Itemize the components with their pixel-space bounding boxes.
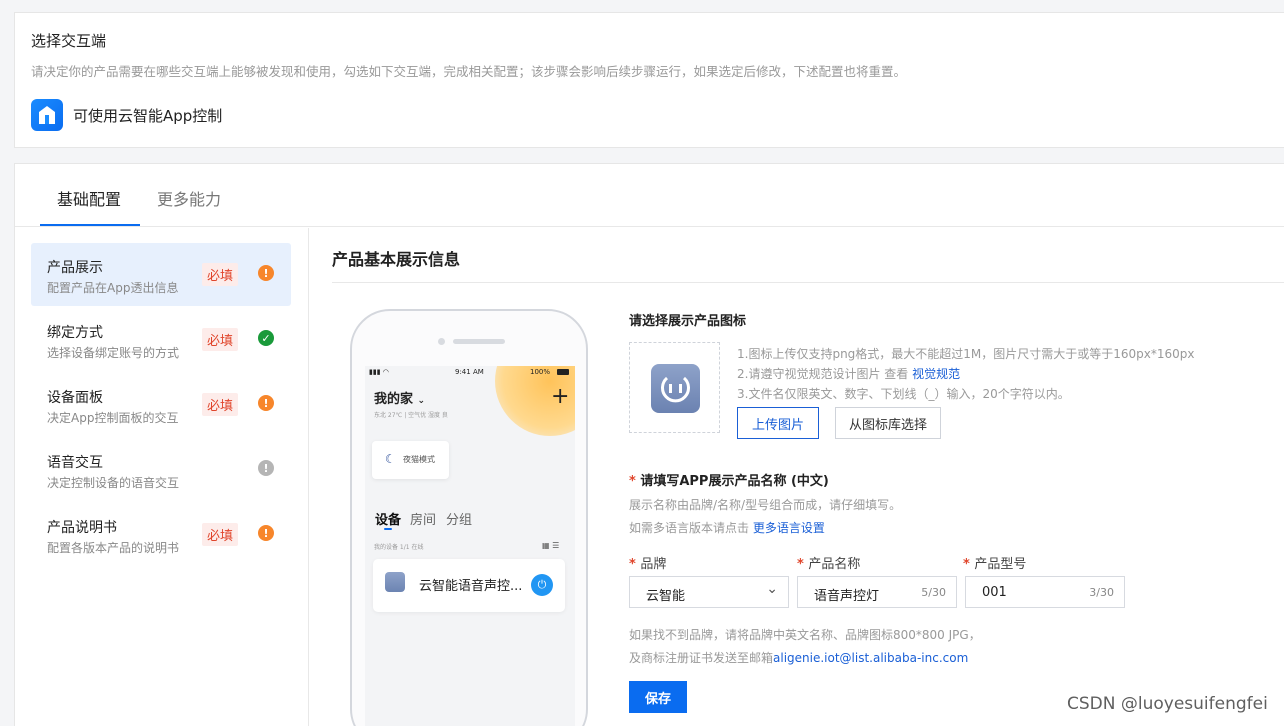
brand-label: * 品牌 [629,557,667,572]
socket-icon [651,364,700,413]
view-toggle-icon: ▦ ☰ [542,541,560,550]
device-count: 我的设备 1/1 在线 [374,544,424,551]
product-name-input[interactable]: 语音声控灯 5/30 [797,576,957,608]
required-badge: 必填 [202,523,239,546]
product-model-label: * 产品型号 [963,557,1027,572]
product-name-value: 语音声控灯 [814,589,880,604]
scene-card: ☾ 夜猫模式 [372,441,449,479]
sidebar-item-binding-method[interactable]: 绑定方式 选择设备绑定账号的方式 必填 ✓ [31,308,291,371]
device-name: 云智能语音声控... [419,579,523,594]
save-button[interactable]: 保存 [629,681,687,713]
watermark: CSDN @luoyesuifengfei [1067,694,1268,714]
required-badge: 必填 [202,263,239,286]
home-title: 我的家 ⌄ [374,392,426,407]
phone-tab-groups: 分组 [446,513,473,528]
add-device-icon: + [551,384,570,409]
home-weather: 东北 27℃ | 空气优 湿度 良 [374,412,448,419]
sidebar-item-product-manual[interactable]: 产品说明书 配置各版本产品的说明书 必填 ! [31,503,291,566]
icon-preview-box[interactable] [629,342,720,433]
sidebar-item-device-panel[interactable]: 设备面板 决定App控制面板的交互 必填 ! [31,373,291,436]
more-languages-link[interactable]: 更多语言设置 [753,521,825,535]
check-circle-icon: ✓ [258,330,274,346]
phone-tab-devices: 设备 [375,513,402,528]
sidebar-item-subtitle: 选择设备绑定账号的方式 [47,346,180,360]
icon-hint-1: 1.图标上传仅支持png格式，最大不能超过1M，图片尺寸需大于或等于160px*… [737,347,1195,361]
phone-tab-rooms: 房间 [410,513,437,528]
brand-hint-1: 如果找不到品牌，请将品牌中英文名称、品牌图标800*800 JPG， [629,628,981,642]
phone-screen: ▮▮▮ ◠ 9:41 AM 100% 我的家 ⌄ 东北 27℃ | 空气优 湿度… [365,366,575,726]
sidebar-item-voice-interaction[interactable]: 语音交互 决定控制设备的语音交互 ! [31,438,291,501]
product-name-count: 5/30 [921,586,946,599]
choose-from-library-button[interactable]: 从图标库选择 [835,407,941,439]
sidebar-item-title: 绑定方式 [47,325,103,341]
section-title: 产品基本展示信息 [332,250,461,269]
power-icon: ⏻ [531,574,553,596]
warning-icon: ! [258,395,274,411]
product-model-input[interactable]: 001 3/30 [965,576,1125,608]
phone-tab-indicator [384,528,392,530]
socket-icon [385,572,405,592]
app-logo-icon[interactable] [31,99,63,131]
sidebar-item-title: 产品展示 [47,260,103,276]
icon-hint-2: 2.请遵守视觉规范设计图片 查看 视觉规范 [737,367,961,381]
signal-icon: ▮▮▮ ◠ [369,368,389,376]
chevron-down-icon: ⌄ [417,396,426,406]
name-hint-1: 展示名称由品牌/名称/型号组合而成，请仔细填写。 [629,498,902,512]
visual-spec-link[interactable]: 视觉规范 [912,367,960,381]
section-divider [332,282,1284,283]
tab-basic-config[interactable]: 基础配置 [57,186,121,210]
socket-glyph [661,376,690,403]
sidebar-item-subtitle: 配置产品在App透出信息 [47,281,179,295]
tab-more-abilities[interactable]: 更多能力 [157,186,221,210]
config-sidebar: 产品展示 配置产品在App透出信息 必填 ! 绑定方式 选择设备绑定账号的方式 … [15,228,309,726]
device-card: 云智能语音声控... ⏻ [373,559,565,612]
moon-icon: ☾ [385,452,396,466]
house-icon [39,106,55,124]
icon-hint-3: 3.文件名仅限英文、数字、下划线（_）输入，20个字符以内。 [737,387,1070,401]
email-link[interactable]: aligenie.iot@list.alibaba-inc.com [773,651,968,665]
active-tab-indicator [40,224,140,226]
product-model-count: 3/30 [1089,586,1114,599]
terminal-selection-title: 选择交互端 [31,32,107,50]
info-icon: ! [258,460,274,476]
scene-label: 夜猫模式 [403,455,435,464]
terminal-selection-card: 选择交互端 请决定你的产品需要在哪些交互端上能够被发现和使用，勾选如下交互端，完… [14,12,1284,148]
product-name-label: * 产品名称 [797,557,861,572]
sidebar-item-subtitle: 决定控制设备的语音交互 [47,476,180,490]
warning-icon: ! [258,265,274,281]
sidebar-item-subtitle: 决定App控制面板的交互 [47,411,179,425]
required-star: * [629,474,641,489]
required-badge: 必填 [202,393,239,416]
phone-status-bar: ▮▮▮ ◠ 9:41 AM 100% [365,366,575,378]
sidebar-item-title: 产品说明书 [47,520,117,536]
brand-select[interactable]: 云智能 ⌄ [629,576,789,608]
sidebar-item-subtitle: 配置各版本产品的说明书 [47,541,180,555]
brand-value: 云智能 [646,589,686,604]
phone-preview: ▮▮▮ ◠ 9:41 AM 100% 我的家 ⌄ 东北 27℃ | 空气优 湿度… [350,309,588,726]
app-control-label[interactable]: 可使用云智能App控制 [73,105,222,126]
config-tabs: 基础配置 更多能力 [15,164,1284,227]
product-model-value: 001 [982,585,1007,600]
icon-section-label: 请选择展示产品图标 [629,314,747,329]
sidebar-item-product-display[interactable]: 产品展示 配置产品在App透出信息 必填 ! [31,243,291,306]
warning-icon: ! [258,525,274,541]
phone-camera [438,338,445,345]
brand-hint-2: 及商标注册证书发送至邮箱aligenie.iot@list.alibaba-in… [629,651,969,665]
name-section-label: * 请填写APP展示产品名称 (中文) [629,474,829,489]
config-card: 基础配置 更多能力 产品展示 配置产品在App透出信息 必填 ! 绑定方式 选择… [14,163,1284,726]
upload-image-button[interactable]: 上传图片 [737,407,819,439]
phone-speaker [453,339,505,344]
battery-icon [557,369,569,375]
chevron-down-icon: ⌄ [766,581,778,597]
required-badge: 必填 [202,328,239,351]
name-hint-2: 如需多语言版本请点击 更多语言设置 [629,521,825,535]
terminal-selection-description: 请决定你的产品需要在哪些交互端上能够被发现和使用，勾选如下交互端，完成相关配置；… [31,64,907,79]
sidebar-item-title: 语音交互 [47,455,103,471]
battery-text: 100% [530,368,551,376]
status-time: 9:41 AM [455,368,484,376]
sidebar-item-title: 设备面板 [47,390,103,406]
